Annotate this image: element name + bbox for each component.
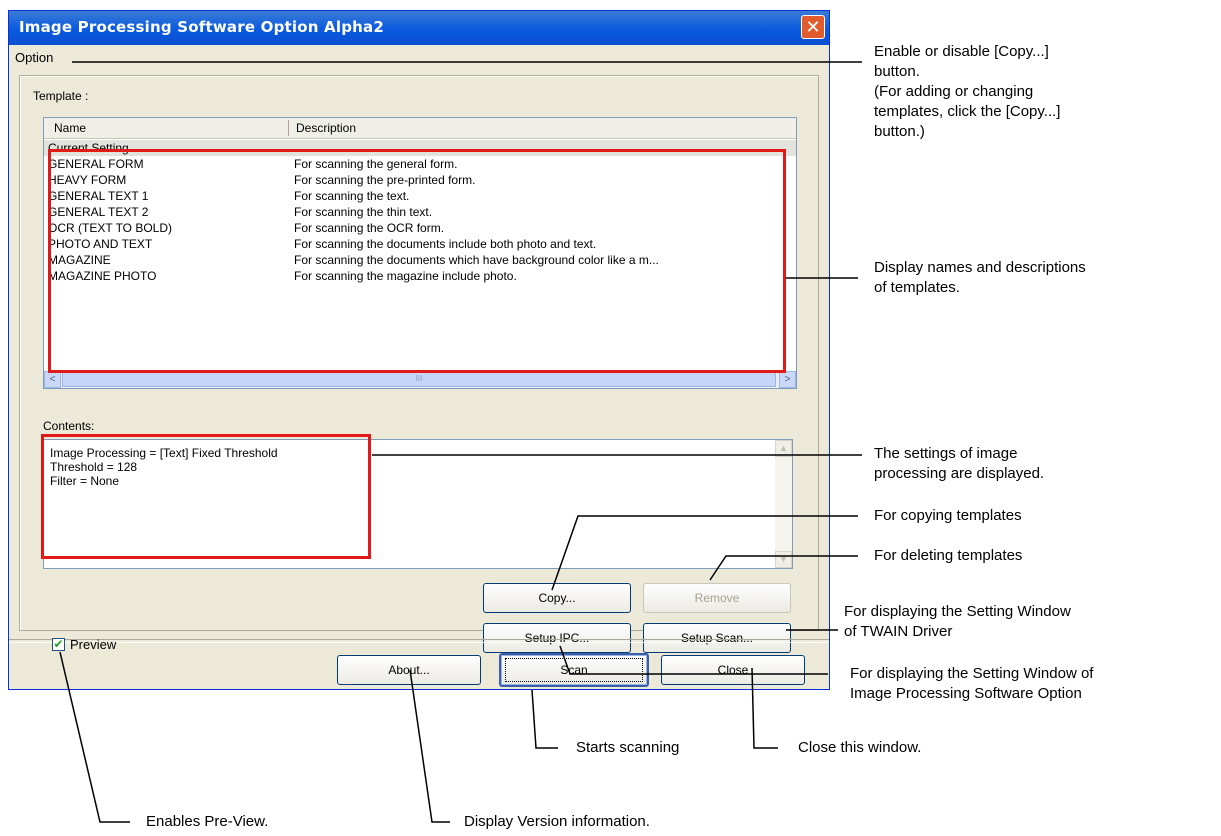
leader-scan bbox=[531, 689, 558, 749]
callout-line: button.) bbox=[874, 123, 925, 140]
leader-about bbox=[409, 669, 450, 823]
callout-line: templates, click the [Copy...] bbox=[874, 103, 1061, 120]
leader-close bbox=[751, 667, 778, 749]
callout-templates: Display names and descriptions of templa… bbox=[874, 258, 1086, 298]
callout-option: Enable or disable [Copy...] button. (For… bbox=[874, 42, 1060, 142]
callout-line: of TWAIN Driver bbox=[844, 623, 953, 640]
callout-line: Enable or disable [Copy...] bbox=[874, 43, 1049, 60]
callout-line: button. bbox=[874, 63, 920, 80]
callout-line: The settings of image bbox=[874, 445, 1018, 462]
leader-preview bbox=[59, 651, 130, 823]
callout-settings: The settings of image processing are dis… bbox=[874, 444, 1044, 484]
callout-line: (For adding or changing bbox=[874, 83, 1034, 100]
leader-ipc bbox=[559, 645, 828, 675]
leader-delete bbox=[709, 555, 858, 581]
callout-close: Close this window. bbox=[798, 739, 922, 756]
callout-about: Display Version information. bbox=[464, 813, 650, 830]
callout-line: For displaying the Setting Window bbox=[844, 603, 1071, 620]
callout-copy: For copying templates bbox=[874, 507, 1022, 524]
callout-line: Image Processing Software Option bbox=[850, 685, 1082, 702]
callout-line: processing are displayed. bbox=[874, 465, 1045, 482]
leader-copy bbox=[551, 515, 858, 591]
callout-line: Display names and descriptions bbox=[874, 259, 1086, 276]
callout-delete: For deleting templates bbox=[874, 547, 1023, 564]
callout-preview: Enables Pre-View. bbox=[146, 813, 269, 830]
callout-line: For displaying the Setting Window of bbox=[850, 665, 1094, 682]
callout-ipc: For displaying the Setting Window of Ima… bbox=[850, 664, 1093, 704]
callout-scan: Starts scanning bbox=[576, 739, 680, 756]
callout-line: of templates. bbox=[874, 279, 960, 296]
callout-twain: For displaying the Setting Window of TWA… bbox=[844, 602, 1071, 642]
